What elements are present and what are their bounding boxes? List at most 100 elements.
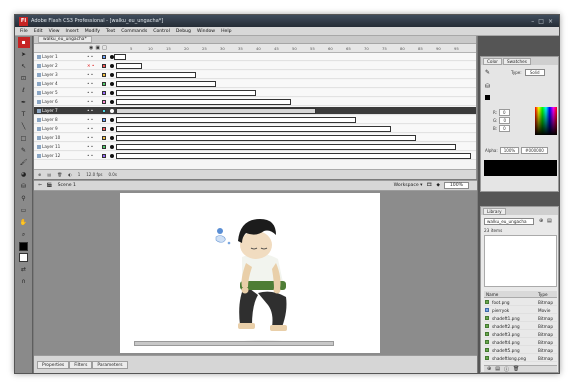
alpha-value[interactable]: 100%	[499, 147, 520, 154]
library-item[interactable]: pierryok Movie	[484, 307, 557, 314]
free-transform-tool-icon[interactable]: ⊡	[18, 73, 30, 84]
pencil-tool-icon[interactable]: ✎	[18, 145, 30, 156]
minimize-button[interactable]: –	[531, 18, 534, 25]
add-layer-icon[interactable]: ⊕	[38, 172, 41, 177]
properties-icon[interactable]: ⓘ	[504, 366, 509, 373]
library-item[interactable]: shadeft4.png Bitmap	[484, 339, 557, 346]
new-symbol-icon[interactable]: ⊕	[487, 366, 491, 372]
menu-commands[interactable]: Commands	[121, 29, 147, 34]
layer-row[interactable]: Layer 11 • •	[34, 143, 476, 151]
paint-bucket-tool-icon[interactable]: ⛁	[18, 181, 30, 192]
layer-row[interactable]: Layer 9 • •	[34, 125, 476, 133]
frame-span[interactable]	[116, 135, 416, 141]
edit-scene-icon[interactable]: 🎞	[426, 183, 432, 188]
rectangle-tool-icon[interactable]: □	[18, 133, 30, 144]
scene-name[interactable]: Scene 1	[58, 183, 76, 188]
new-folder-icon[interactable]: ▤	[495, 366, 500, 372]
edit-symbols-icon[interactable]: ◆	[436, 183, 440, 188]
menu-insert[interactable]: Insert	[66, 29, 79, 34]
add-folder-icon[interactable]: ▤	[47, 172, 51, 177]
layer-state-dots[interactable]: • •	[87, 135, 93, 140]
maximize-button[interactable]: □	[538, 18, 544, 25]
layer-state-dots[interactable]: • •	[87, 90, 93, 95]
layer-row[interactable]: Layer 1 • •	[34, 53, 476, 61]
swap-colors-icon[interactable]: ⇄	[18, 264, 30, 275]
blue-value[interactable]: 0	[499, 125, 510, 132]
eraser-tool-icon[interactable]: ▭	[18, 205, 30, 216]
zoom-select[interactable]: 100%	[443, 182, 469, 189]
keyframe[interactable]	[110, 109, 114, 113]
keyframe[interactable]	[110, 145, 114, 149]
layer-state-dots[interactable]: • •	[87, 72, 93, 77]
layer-state-dots[interactable]: • •	[87, 108, 93, 113]
tab-properties[interactable]: Properties	[37, 361, 70, 369]
menu-modify[interactable]: Modify	[85, 29, 100, 34]
frame-span[interactable]	[116, 81, 216, 87]
stroke-pencil-icon[interactable]: ✎	[485, 69, 490, 76]
close-button[interactable]: ×	[548, 18, 553, 25]
frame-span[interactable]	[116, 117, 356, 123]
document-tab[interactable]: walku_eu_ungacha*	[38, 36, 92, 43]
stroke-color-swatch[interactable]	[19, 242, 28, 251]
menu-view[interactable]: View	[49, 29, 60, 34]
menu-window[interactable]: Window	[197, 29, 215, 34]
layer-state-dots[interactable]: • •	[87, 144, 93, 149]
frame-span[interactable]	[116, 72, 196, 78]
eye-icon[interactable]: ◉	[89, 45, 93, 51]
library-item[interactable]: shadeft2.png Bitmap	[484, 323, 557, 330]
tab-parameters[interactable]: Parameters	[92, 361, 128, 369]
keyframe[interactable]	[110, 127, 114, 131]
frame-span[interactable]	[114, 54, 126, 60]
layer-row[interactable]: Layer 10 • •	[34, 134, 476, 142]
text-tool-icon[interactable]: T	[18, 109, 30, 120]
layer-state-dots[interactable]: • •	[87, 54, 93, 59]
frame-span[interactable]	[116, 144, 456, 150]
onion-skin-icon[interactable]: ◐	[68, 172, 72, 177]
frame-span[interactable]	[116, 126, 391, 132]
layer-state-dots[interactable]: • •	[87, 126, 93, 131]
keyframe[interactable]	[110, 73, 114, 77]
delete-icon[interactable]: 🗑	[513, 366, 519, 372]
layer-state-dots[interactable]: • •	[87, 81, 93, 86]
red-value[interactable]: 0	[499, 109, 510, 116]
color-spectrum-picker[interactable]	[535, 107, 557, 135]
fill-color-chip[interactable]	[485, 95, 490, 100]
layer-row[interactable]: Layer 12 • •	[34, 152, 476, 160]
frame-span[interactable]	[116, 99, 291, 105]
menu-help[interactable]: Help	[221, 29, 231, 34]
zoom-tool-icon[interactable]: ⌕	[18, 229, 30, 240]
menu-file[interactable]: File	[20, 29, 28, 34]
layer-state-dots[interactable]: • •	[87, 117, 93, 122]
menu-debug[interactable]: Debug	[176, 29, 191, 34]
layer-row-selected[interactable]: Layer 7 • •	[34, 107, 476, 115]
workspace-menu[interactable]: Workspace ▾	[394, 183, 423, 188]
layer-row[interactable]: Layer 6 • •	[34, 98, 476, 106]
library-document-select[interactable]: walku_eu_ungacha	[484, 218, 534, 225]
menu-control[interactable]: Control	[153, 29, 170, 34]
menu-edit[interactable]: Edit	[34, 29, 43, 34]
selection-tool-icon[interactable]: ➤	[18, 49, 30, 60]
keyframe[interactable]	[110, 82, 114, 86]
fill-bucket-icon[interactable]: ⛁	[485, 83, 490, 90]
layer-row[interactable]: Layer 2 ✕ •	[34, 62, 476, 70]
library-item[interactable]: shadeftlong.png Bitmap	[484, 355, 557, 362]
back-arrow-icon[interactable]: ⇦	[38, 183, 42, 188]
menu-text[interactable]: Text	[106, 29, 115, 34]
tab-library[interactable]: Library	[483, 208, 506, 215]
snap-magnet-icon[interactable]: ∩	[18, 276, 30, 287]
keyframe[interactable]	[110, 100, 114, 104]
color-type-select[interactable]: Solid	[524, 69, 545, 76]
lasso-tool-icon[interactable]: ℓ	[18, 85, 30, 96]
keyframe[interactable]	[110, 91, 114, 95]
line-tool-icon[interactable]: ╲	[18, 121, 30, 132]
new-library-icon[interactable]: ▤	[547, 218, 552, 224]
tab-color[interactable]: Color	[483, 58, 502, 65]
subselection-tool-icon[interactable]: ↖	[18, 61, 30, 72]
pin-icon[interactable]: ⊕	[539, 218, 543, 224]
keyframe[interactable]	[110, 64, 114, 68]
layer-state-dots[interactable]: • •	[87, 99, 93, 104]
frame-span[interactable]	[116, 90, 256, 96]
brush-tool-icon[interactable]: 🖌	[18, 157, 30, 168]
ink-bottle-tool-icon[interactable]: ◕	[18, 169, 30, 180]
layer-row[interactable]: Layer 8 • •	[34, 116, 476, 124]
